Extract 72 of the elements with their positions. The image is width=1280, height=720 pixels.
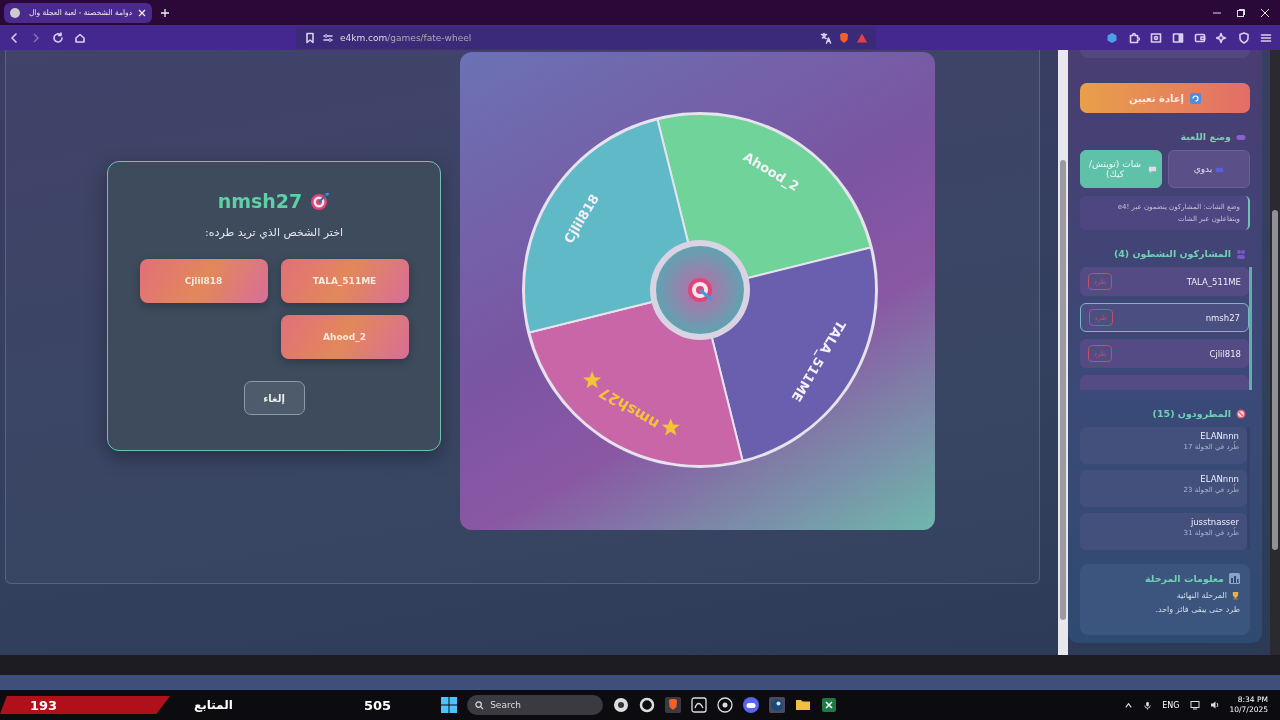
controller-icon[interactable] [743, 697, 760, 713]
new-tab-icon[interactable] [160, 7, 170, 18]
refresh-icon [1190, 92, 1202, 104]
home-icon[interactable] [74, 31, 86, 44]
participant-name: nmsh27 [1205, 312, 1240, 323]
search-field[interactable]: Search [467, 695, 604, 715]
site-settings-icon[interactable] [322, 31, 334, 44]
mode-button[interactable]: بدوي [1168, 150, 1250, 188]
participant-name: TALA_511ME [1186, 276, 1241, 287]
speaker-icon[interactable] [1209, 700, 1220, 710]
wave-icon[interactable] [691, 697, 708, 713]
trophy-icon [1231, 591, 1240, 600]
folder-icon[interactable] [795, 697, 812, 713]
close-icon[interactable] [138, 8, 146, 17]
steam-icon[interactable] [769, 697, 786, 713]
section-title: المشاركون النشطون (4) [1113, 248, 1231, 259]
chat-icon [1148, 164, 1157, 174]
lion-shield-icon[interactable] [665, 697, 682, 713]
menu-icon[interactable] [1260, 31, 1272, 44]
stage-rule: طرد حتى يبقى فائز واحد. [1154, 605, 1240, 614]
address-bar[interactable]: e4km.com/games/fate-wheel [296, 26, 876, 49]
favicon-icon [10, 7, 20, 18]
restore-icon[interactable] [1236, 7, 1246, 18]
kicked-name: jusstnasser [1189, 517, 1239, 527]
sparkle-icon[interactable] [1216, 31, 1228, 44]
ring-icon[interactable] [639, 697, 656, 713]
puzzle-icon[interactable] [1128, 31, 1140, 44]
shield-icon[interactable] [1238, 31, 1250, 44]
scrollbar[interactable] [1058, 50, 1068, 655]
bookmark-icon[interactable] [304, 31, 316, 44]
follower-count: 193 [0, 696, 170, 714]
language-indicator[interactable]: ENG [1162, 700, 1180, 710]
dialog-prompt: اختر الشخص الذي تريد طرده: [205, 226, 343, 239]
stage-name: المرحلة النهائية [1176, 591, 1227, 600]
target-icon [310, 191, 331, 211]
cancel-button[interactable]: إلغاء [243, 381, 305, 415]
dialog-title: nmsh27 [217, 190, 303, 212]
spreadsheet-icon[interactable] [821, 697, 838, 713]
screenshot-icon[interactable] [1150, 31, 1162, 44]
kicked-name: ELANnnn [1199, 431, 1239, 441]
follower-label: المتابع [194, 698, 234, 712]
microphone-icon[interactable] [1143, 700, 1153, 710]
url-text: e4km.com/games/fate-wheel [340, 32, 472, 43]
search-placeholder: Search [490, 700, 522, 710]
display-icon[interactable] [1189, 700, 1200, 710]
triangle-icon[interactable] [856, 31, 868, 44]
lion-shield-icon[interactable] [838, 31, 850, 44]
participant-name: Cjlil818 [1209, 348, 1241, 359]
target-icon [688, 278, 713, 302]
prohibited-icon [1236, 408, 1246, 419]
chevron-up-icon[interactable] [1124, 700, 1134, 710]
kicked-name: ELANnnn [1199, 474, 1239, 484]
section-title: وضع اللعبة [1180, 131, 1231, 142]
sidebar-icon[interactable] [1172, 31, 1184, 44]
star-icon [583, 371, 602, 389]
wallet-icon[interactable] [1194, 31, 1206, 44]
section-title: المطرودون (15) [1152, 408, 1231, 419]
section-title: معلومات المرحلة [1145, 573, 1224, 584]
translate-icon[interactable] [820, 31, 832, 44]
people-icon [1236, 248, 1246, 259]
hexagon-icon[interactable] [1106, 31, 1118, 44]
star-icon [661, 418, 680, 436]
close-icon[interactable] [1260, 7, 1270, 18]
back-icon[interactable] [8, 31, 20, 44]
stream-value: 505 [364, 697, 392, 713]
reload-icon[interactable] [52, 31, 64, 44]
search-icon [475, 700, 485, 710]
aperture-icon[interactable] [717, 697, 734, 713]
scrollbar[interactable] [1270, 50, 1280, 655]
disc-icon[interactable] [613, 697, 630, 713]
windows-icon[interactable] [441, 697, 458, 713]
chart-icon [1229, 573, 1240, 584]
